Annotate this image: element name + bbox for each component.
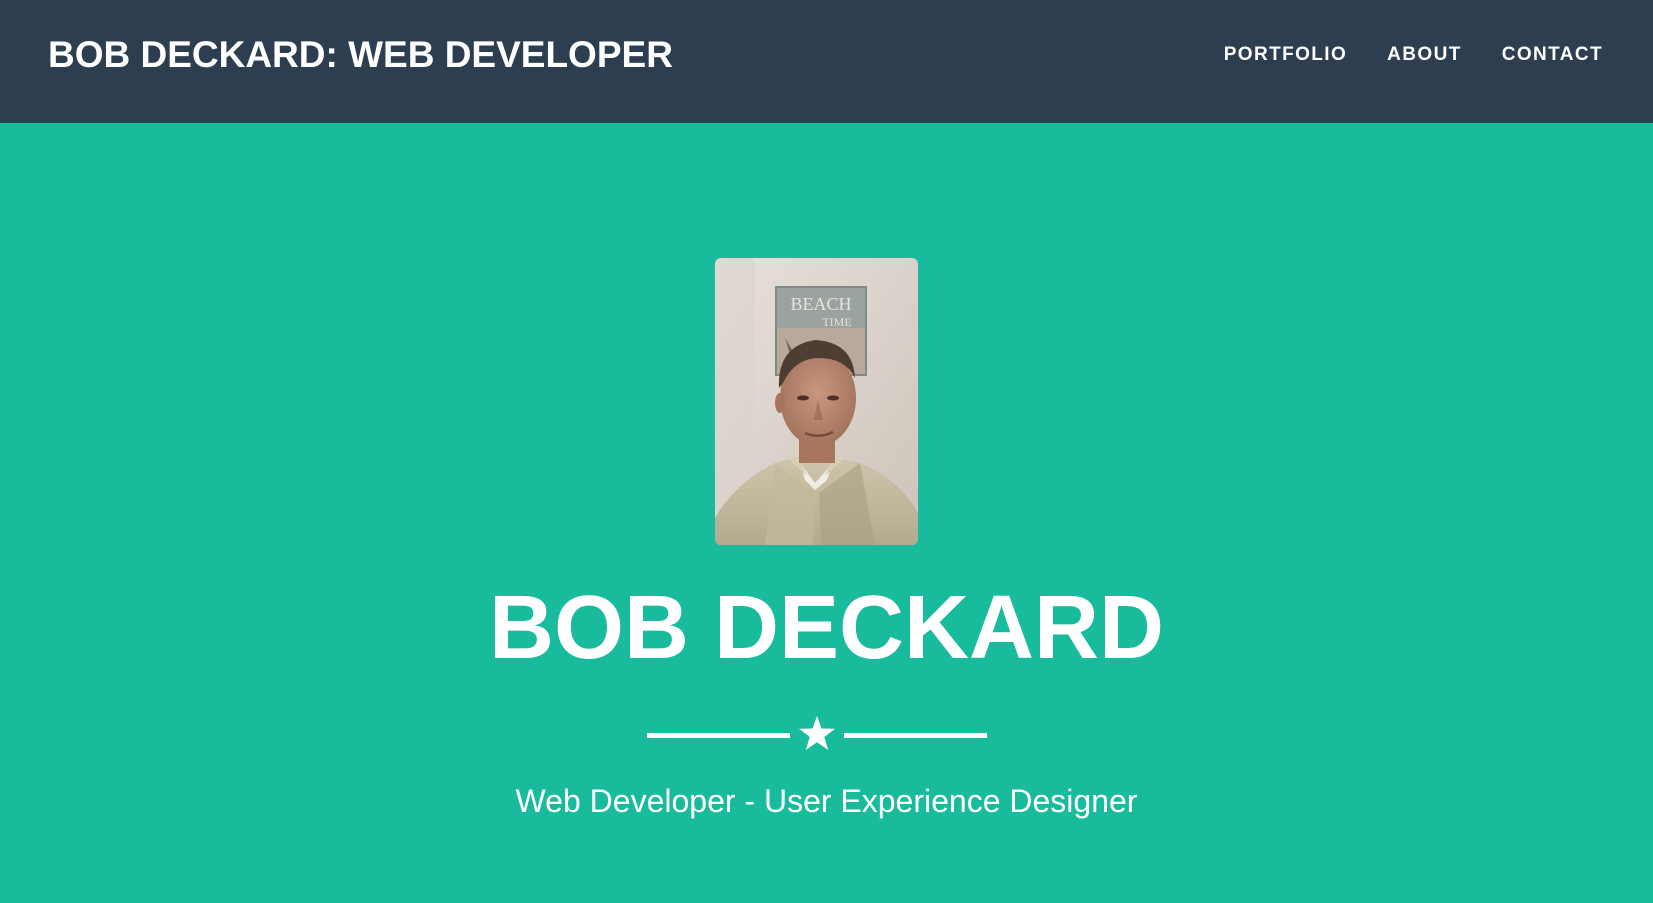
divider-line-right bbox=[844, 733, 987, 738]
hero-section: BEACH TIME BOB DECKARD Web Developer - U… bbox=[0, 123, 1653, 903]
hero-tagline: Web Developer - User Experience Designer bbox=[515, 783, 1138, 819]
brand-link[interactable]: BOB DECKARD: WEB DEVELOPER bbox=[48, 36, 673, 73]
hero-name: BOB DECKARD bbox=[489, 578, 1164, 678]
nav-link-about[interactable]: ABOUT bbox=[1387, 44, 1462, 66]
star-divider bbox=[647, 715, 987, 755]
star-icon bbox=[799, 716, 835, 750]
navbar: BOB DECKARD: WEB DEVELOPER PORTFOLIO ABO… bbox=[0, 0, 1653, 123]
nav-link-portfolio[interactable]: PORTFOLIO bbox=[1224, 44, 1347, 66]
divider-line-left bbox=[647, 733, 790, 738]
nav-links: PORTFOLIO ABOUT CONTACT bbox=[1184, 44, 1603, 66]
profile-photo: BEACH TIME bbox=[715, 258, 918, 545]
svg-text:BEACH: BEACH bbox=[790, 294, 851, 314]
nav-link-contact[interactable]: CONTACT bbox=[1502, 44, 1603, 66]
svg-text:TIME: TIME bbox=[822, 315, 851, 329]
